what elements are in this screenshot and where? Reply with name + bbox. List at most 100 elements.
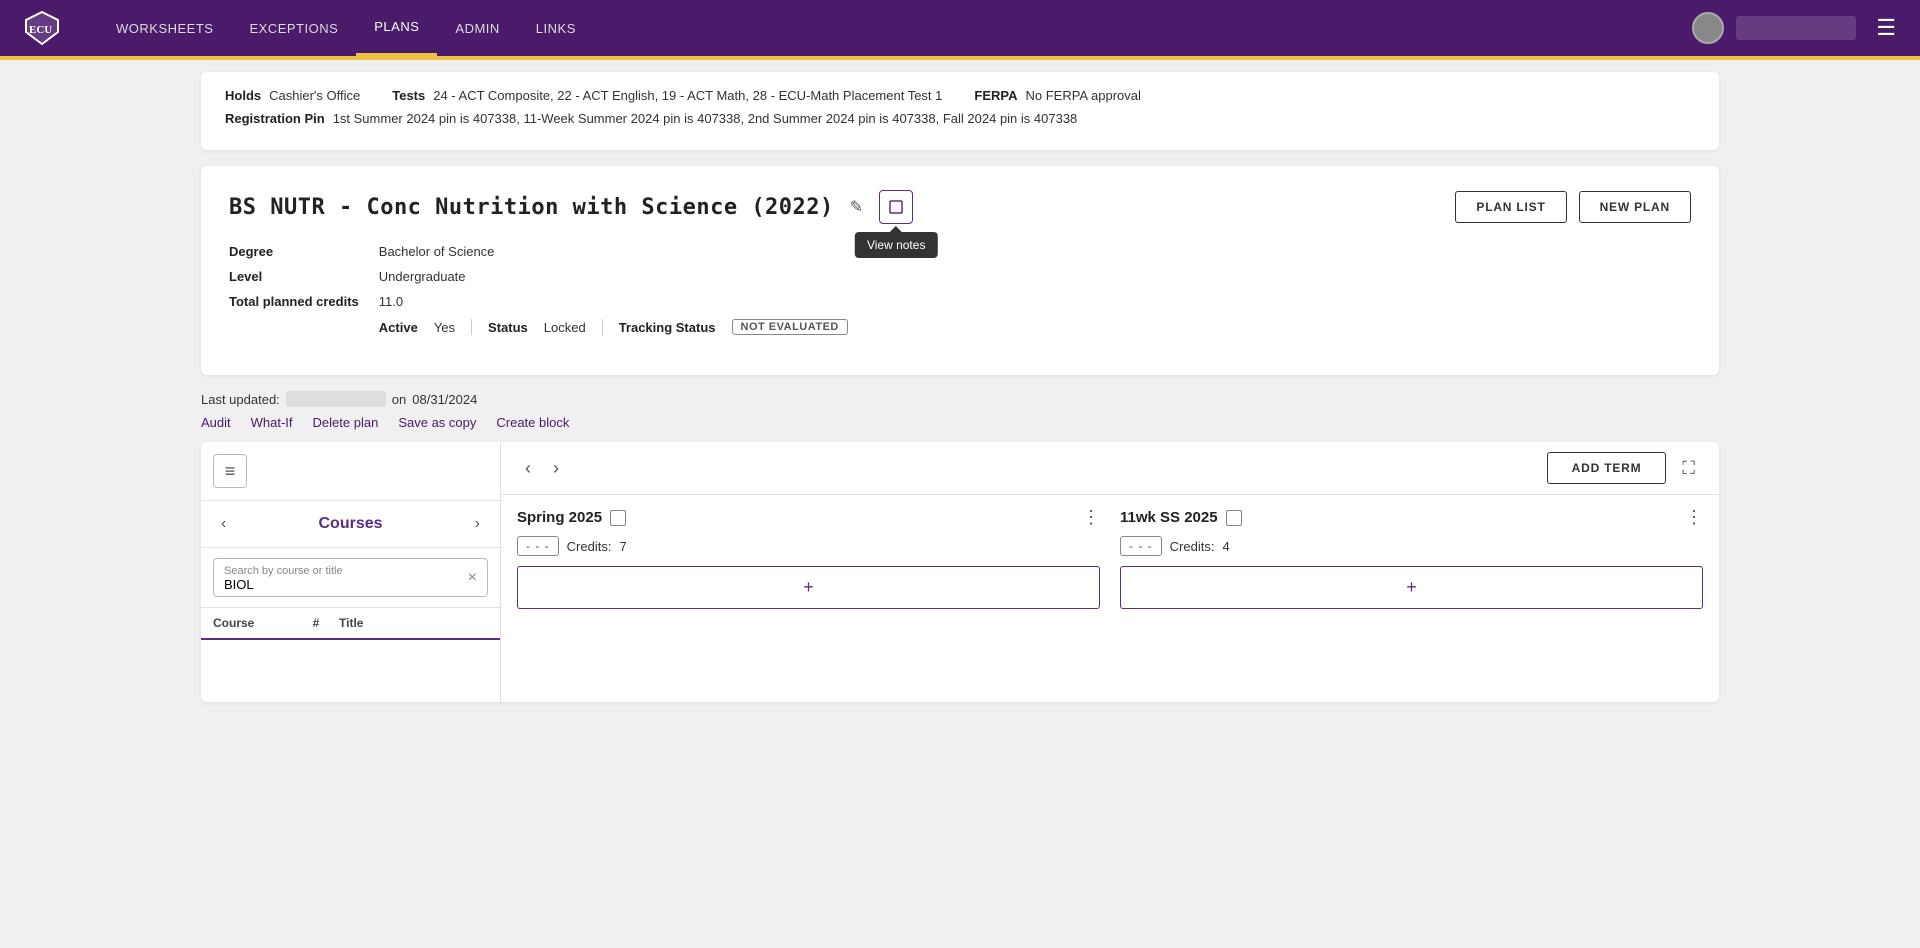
add-course-11wk-ss-2025-button[interactable]: +: [1120, 566, 1703, 609]
divider2: [602, 319, 603, 335]
svg-text:ECU: ECU: [29, 24, 52, 36]
nav-links: WORKSHEETS EXCEPTIONS PLANS ADMIN LINKS: [98, 0, 1692, 56]
status-label: Status: [488, 320, 528, 335]
plan-header: BS NUTR - Conc Nutrition with Science (2…: [229, 190, 1691, 224]
save-as-copy-link[interactable]: Save as copy: [398, 415, 476, 430]
tracking-label: Tracking Status: [619, 320, 716, 335]
nav-links-item[interactable]: LINKS: [518, 0, 594, 56]
term-spring-2025: Spring 2025 ⋮ - - - Credits: 7 +: [517, 507, 1100, 690]
term-spring-2025-credits: - - - Credits: 7: [517, 536, 1100, 556]
nav-plans[interactable]: PLANS: [356, 0, 437, 56]
notes-icon: [888, 199, 904, 215]
delete-plan-link[interactable]: Delete plan: [313, 415, 379, 430]
active-label: Active: [379, 320, 418, 335]
search-input[interactable]: [214, 559, 487, 596]
term-spring-2025-credits-box: - - -: [517, 536, 559, 556]
terms-row: Spring 2025 ⋮ - - - Credits: 7 +: [501, 495, 1719, 702]
nav-username: [1736, 16, 1856, 40]
view-notes-container: View notes: [879, 190, 913, 224]
last-updated-row: Last updated: on 08/31/2024: [201, 391, 1719, 407]
hamburger-button[interactable]: ≡: [213, 454, 247, 488]
credits-label: Total planned credits: [229, 294, 359, 309]
whatif-link[interactable]: What-If: [251, 415, 293, 430]
degree-label: Degree: [229, 244, 359, 259]
term-11wk-ss-2025-header: 11wk SS 2025 ⋮: [1120, 507, 1703, 528]
courses-header: ‹ Courses ›: [201, 501, 500, 548]
plan-title: BS NUTR - Conc Nutrition with Science (2…: [229, 195, 834, 220]
reg-pin-value: 1st Summer 2024 pin is 407338, 11-Week S…: [333, 111, 1078, 126]
edit-pencil-icon[interactable]: ✎: [846, 193, 867, 221]
term-11wk-ss-2025-menu-button[interactable]: ⋮: [1685, 507, 1703, 528]
expand-button[interactable]: ⛶: [1674, 454, 1703, 483]
divider: [471, 319, 472, 335]
credits-value: 11.0: [379, 294, 1691, 309]
last-updated-date: 08/31/2024: [412, 392, 477, 407]
last-updated-on: on: [392, 392, 406, 407]
term-11wk-ss-2025: 11wk SS 2025 ⋮ - - - Credits: 4 +: [1120, 507, 1703, 690]
tracking-status-badge: NOT EVALUATED: [732, 319, 848, 335]
ecu-logo[interactable]: ECU: [16, 6, 74, 50]
plan-title-row: BS NUTR - Conc Nutrition with Science (2…: [229, 190, 913, 224]
active-value: Yes: [434, 320, 455, 335]
reg-pin-label: Registration Pin: [225, 111, 325, 126]
level-value: Undergraduate: [379, 269, 1691, 284]
courses-prev-btn[interactable]: ‹: [215, 513, 232, 535]
planner-main: ‹ › ADD TERM ⛶ Spring 2025 ⋮: [501, 442, 1719, 702]
add-term-button[interactable]: ADD TERM: [1547, 452, 1667, 484]
add-course-spring-2025-button[interactable]: +: [517, 566, 1100, 609]
plan-list-button[interactable]: PLAN LIST: [1455, 191, 1566, 223]
search-input-wrapper: Search by course or title ×: [213, 558, 488, 597]
term-spring-2025-credits-value: 7: [619, 539, 626, 554]
plan-meta: Degree Bachelor of Science Level Undergr…: [229, 244, 1691, 335]
tests-value: 24 - ACT Composite, 22 - ACT English, 19…: [433, 88, 942, 103]
courses-title: Courses: [318, 515, 382, 533]
create-block-link[interactable]: Create block: [496, 415, 569, 430]
nav-exceptions[interactable]: EXCEPTIONS: [231, 0, 356, 56]
term-11wk-ss-2025-credits-value: 4: [1222, 539, 1229, 554]
ferpa-value: No FERPA approval: [1026, 88, 1141, 103]
term-spring-2025-checkbox[interactable]: [610, 510, 626, 526]
last-updated-label: Last updated:: [201, 392, 280, 407]
hamburger-icon: ≡: [225, 462, 236, 480]
info-card: Holds Cashier's Office Tests 24 - ACT Co…: [201, 72, 1719, 150]
prev-term-button[interactable]: ‹: [517, 454, 539, 483]
status-inline-row: Active Yes Status Locked Tracking Status…: [379, 319, 1691, 335]
term-spring-2025-header: Spring 2025 ⋮: [517, 507, 1100, 528]
search-field-wrapper: Search by course or title: [214, 559, 487, 596]
next-term-button[interactable]: ›: [545, 454, 567, 483]
holds-label: Holds: [225, 88, 261, 103]
col-title-header: Title: [339, 616, 488, 630]
term-spring-2025-credits-label: Credits:: [567, 539, 612, 554]
search-container: Search by course or title ×: [201, 548, 500, 608]
reg-pin-row: Registration Pin 1st Summer 2024 pin is …: [225, 111, 1695, 126]
term-11wk-ss-2025-credits-box: - - -: [1120, 536, 1162, 556]
plan-card: BS NUTR - Conc Nutrition with Science (2…: [201, 166, 1719, 375]
planner-sidebar: ≡ ‹ Courses › Search by course or title …: [201, 442, 501, 702]
view-notes-button[interactable]: [879, 190, 913, 224]
add-course-11wk-ss-2025-icon: +: [1406, 577, 1417, 598]
avatar: [1692, 12, 1724, 44]
degree-value: Bachelor of Science: [379, 244, 1691, 259]
new-plan-button[interactable]: NEW PLAN: [1579, 191, 1691, 223]
ecu-shield-icon: ECU: [24, 10, 60, 46]
term-spring-2025-menu-button[interactable]: ⋮: [1082, 507, 1100, 528]
sidebar-top: ≡: [201, 442, 500, 501]
term-11wk-ss-2025-credits: - - - Credits: 4: [1120, 536, 1703, 556]
hamburger-menu-icon[interactable]: ☰: [1868, 11, 1904, 45]
term-nav-arrows: ‹ ›: [517, 454, 567, 483]
nav-right: ☰: [1692, 11, 1904, 45]
holds-value: Cashier's Office: [269, 88, 360, 103]
plan-footer: Last updated: on 08/31/2024 Audit What-I…: [201, 391, 1719, 430]
term-11wk-ss-2025-checkbox[interactable]: [1226, 510, 1242, 526]
courses-next-btn[interactable]: ›: [469, 513, 486, 535]
search-clear-button[interactable]: ×: [466, 568, 479, 588]
page-content: Holds Cashier's Office Tests 24 - ACT Co…: [185, 60, 1735, 714]
plan-actions: Audit What-If Delete plan Save as copy C…: [201, 415, 1719, 430]
term-spring-2025-title: Spring 2025: [517, 509, 602, 526]
tests-label: Tests: [392, 88, 425, 103]
status-value: Locked: [544, 320, 586, 335]
nav-admin[interactable]: ADMIN: [437, 0, 517, 56]
nav-worksheets[interactable]: WORKSHEETS: [98, 0, 231, 56]
term-11wk-ss-2025-credits-label: Credits:: [1170, 539, 1215, 554]
audit-link[interactable]: Audit: [201, 415, 231, 430]
